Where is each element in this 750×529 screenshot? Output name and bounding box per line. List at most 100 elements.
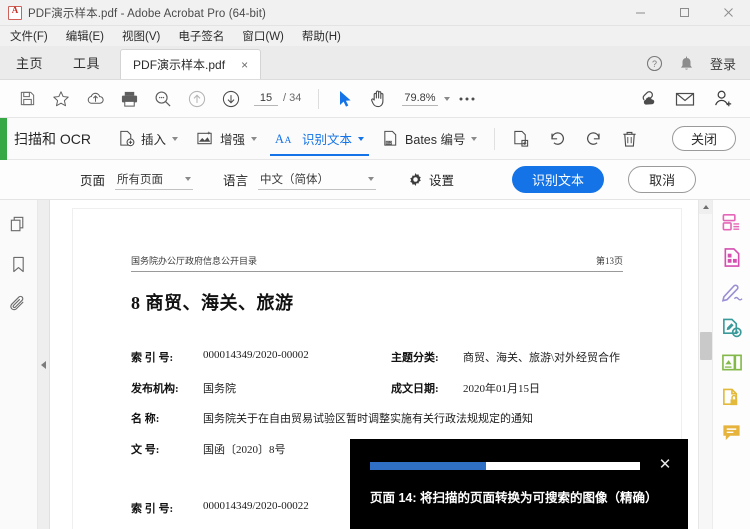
metadata-cell: 索 引 号: 000014349/2020-00002	[131, 349, 391, 365]
title-bar: PDF演示样本.pdf - Adobe Acrobat Pro (64-bit)	[0, 0, 750, 26]
tab-document-label: PDF演示样本.pdf	[133, 58, 226, 72]
save-icon[interactable]	[10, 84, 44, 114]
settings-button[interactable]: 设置	[408, 170, 454, 189]
menu-view[interactable]: 视图(V)	[120, 28, 162, 44]
arrow-up-circle-icon[interactable]	[180, 84, 214, 114]
metadata-label: 索 引 号:	[131, 352, 174, 364]
export-pdf-icon[interactable]	[720, 245, 744, 269]
collapse-left-icon[interactable]	[41, 360, 46, 369]
svg-text:?: ?	[652, 59, 657, 69]
minimize-icon[interactable]	[618, 0, 662, 26]
bell-icon[interactable]	[679, 56, 694, 72]
signin-button[interactable]: 登录	[710, 54, 736, 73]
ocr-bates-numbering-button[interactable]: 012 Bates 编号	[373, 118, 486, 160]
acrobat-logo-icon	[8, 5, 22, 20]
pages-label: 页面	[80, 174, 106, 188]
menu-window[interactable]: 窗口(W)	[240, 28, 286, 44]
svg-text:012: 012	[386, 141, 392, 145]
pages-dropdown[interactable]: 所有页面	[115, 170, 194, 190]
page-thumbnails-icon[interactable]	[7, 212, 31, 236]
arrow-down-circle-icon[interactable]	[214, 84, 248, 114]
enhance-scan-icon	[197, 131, 212, 145]
fill-sign-icon[interactable]	[720, 280, 744, 304]
metadata-value: 2020年01月15日	[463, 382, 540, 395]
close-icon[interactable]	[706, 0, 750, 26]
pages-dropdown-value: 所有页面	[117, 173, 164, 186]
bookmark-icon[interactable]	[7, 252, 31, 276]
ocr-enhance-button[interactable]: 增强	[187, 118, 266, 160]
zoom-control[interactable]: 79.8%	[402, 92, 450, 106]
comment-icon[interactable]	[720, 420, 744, 444]
document-header-left: 国务院办公厅政府信息公开目录	[131, 256, 258, 266]
protect-pdf-icon[interactable]	[720, 385, 744, 409]
ellipsis-icon[interactable]	[450, 84, 484, 114]
cancel-button[interactable]: 取消	[628, 166, 697, 193]
print-icon[interactable]	[112, 84, 146, 114]
scroll-up-icon[interactable]	[699, 200, 712, 214]
close-tool-button[interactable]: 关闭	[671, 126, 736, 151]
tab-document[interactable]: PDF演示样本.pdf ×	[120, 49, 262, 79]
chevron-down-icon[interactable]	[358, 136, 365, 141]
ocr-options-bar: 页面 所有页面 语言 中文（简体） 设置 识别文本 取消	[0, 160, 750, 200]
metadata-label: 名 称:	[131, 413, 160, 425]
scrollbar-thumb[interactable]	[700, 332, 712, 360]
chevron-down-icon[interactable]	[172, 136, 179, 141]
page-navigator: 15 / 34	[254, 92, 301, 106]
tab-strip: 主页 工具 PDF演示样本.pdf × ? 登录	[0, 46, 750, 80]
close-icon[interactable]: ✕	[656, 455, 674, 473]
tool-panel-title: 扫描和 OCR	[14, 130, 91, 147]
search-icon[interactable]	[146, 84, 180, 114]
tab-home[interactable]: 主页	[0, 45, 59, 79]
star-icon[interactable]	[44, 84, 78, 114]
metadata-label: 索 引 号:	[131, 502, 174, 515]
gear-icon	[410, 173, 421, 186]
metadata-cell: 主题分类: 商贸、海关、旅游\对外经贸合作	[391, 349, 620, 365]
zoom-value[interactable]: 79.8%	[402, 92, 438, 106]
delete-page-button[interactable]	[611, 118, 647, 160]
metadata-label: 发布机构:	[131, 382, 179, 395]
add-page-button[interactable]	[503, 118, 539, 160]
chevron-down-icon	[185, 176, 192, 181]
maximize-icon[interactable]	[662, 0, 706, 26]
window-title: PDF演示样本.pdf - Adobe Acrobat Pro (64-bit)	[28, 7, 266, 20]
window-controls	[618, 0, 750, 26]
share-link-icon[interactable]	[630, 84, 664, 114]
language-dropdown[interactable]: 中文（简体）	[258, 170, 377, 190]
rotate-clockwise-button[interactable]	[575, 118, 611, 160]
metadata-value: 国务院	[203, 382, 236, 395]
menu-file[interactable]: 文件(F)	[8, 28, 50, 44]
menu-edit[interactable]: 编辑(E)	[64, 28, 106, 44]
vertical-scrollbar[interactable]	[698, 200, 712, 529]
chevron-down-icon[interactable]	[251, 136, 258, 141]
metadata-value: 000014349/2020-00002	[203, 349, 309, 361]
ocr-toolbar-divider	[494, 127, 496, 150]
ocr-recognize-text-button[interactable]: AA 识别文本	[266, 118, 373, 160]
cursor-arrow-icon[interactable]	[328, 84, 362, 114]
hand-icon[interactable]	[362, 84, 396, 114]
rotate-counterclockwise-button[interactable]	[539, 118, 575, 160]
question-circle-icon[interactable]: ?	[646, 55, 663, 72]
paperclip-icon[interactable]	[7, 292, 31, 316]
progress-bar-track	[370, 462, 640, 470]
page-number-input[interactable]: 15	[254, 92, 278, 106]
ocr-progress-dialog: ✕ 页面 14: 将扫描的页面转换为可搜索的图像（精确）	[350, 439, 688, 529]
menu-help[interactable]: 帮助(H)	[300, 28, 343, 44]
tab-close-icon[interactable]: ×	[241, 59, 248, 71]
panel-collapse-gutter[interactable]	[38, 200, 50, 529]
menu-esign[interactable]: 电子签名	[176, 28, 226, 44]
ocr-insert-button[interactable]: 插入	[109, 118, 187, 160]
mail-icon[interactable]	[668, 84, 702, 114]
tab-tools[interactable]: 工具	[59, 45, 114, 79]
main-toolbar-right	[630, 84, 740, 114]
cloud-upload-icon[interactable]	[78, 84, 112, 114]
table-row: 发布机构: 国务院 成文日期: 2020年01月15日	[131, 380, 641, 396]
add-user-icon[interactable]	[706, 84, 740, 114]
chevron-down-icon[interactable]	[471, 136, 478, 141]
ocr-recognize-text-label: 识别文本	[302, 133, 353, 147]
metadata-value: 国务院关于在自由贸易试验区暂时调整实施有关行政法规规定的通知	[203, 413, 533, 425]
create-pdf-icon[interactable]	[720, 210, 744, 234]
recognize-text-primary-button[interactable]: 识别文本	[512, 166, 605, 193]
edit-pdf-icon[interactable]	[720, 315, 744, 339]
bates-numbering-icon: 012	[384, 130, 397, 146]
organize-pages-icon[interactable]	[720, 350, 744, 374]
